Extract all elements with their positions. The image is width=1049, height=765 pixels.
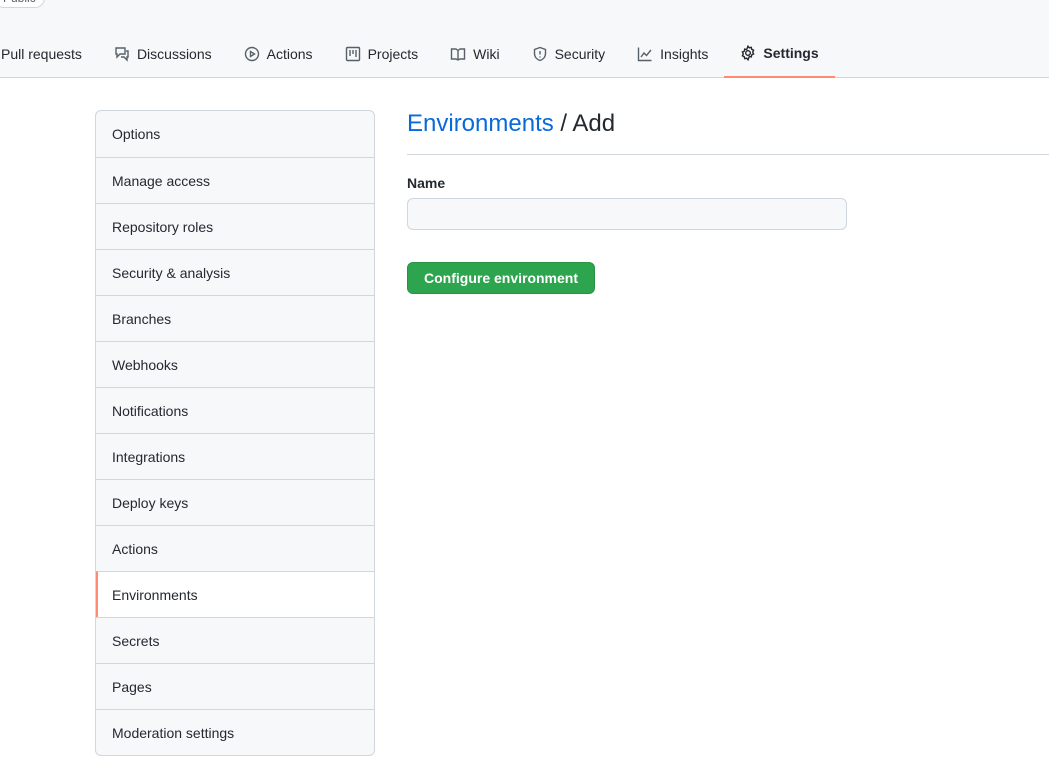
settings-sidebar: Options Manage access Repository roles S… xyxy=(95,110,375,756)
breadcrumb-environments-link[interactable]: Environments xyxy=(407,110,554,137)
book-icon xyxy=(450,47,466,61)
shield-icon xyxy=(533,46,546,61)
tab-label: Insights xyxy=(660,45,709,62)
name-label: Name xyxy=(407,175,446,191)
tab-discussions[interactable]: Discussions xyxy=(98,30,228,77)
breadcrumb-separator: / xyxy=(553,110,573,137)
sidebar-item-notifications[interactable]: Notifications xyxy=(96,387,374,433)
sidebar-item-deploy-keys[interactable]: Deploy keys xyxy=(96,479,374,525)
configure-environment-button[interactable]: Configure environment xyxy=(407,262,596,294)
main-content: Environments / Add Name Configure enviro… xyxy=(407,110,1049,294)
sidebar-item-pages[interactable]: Pages xyxy=(96,663,374,709)
project-icon xyxy=(345,46,360,61)
tab-settings[interactable]: Settings xyxy=(724,30,835,78)
sidebar-item-options[interactable]: Options xyxy=(96,111,374,157)
sidebar-item-security-analysis[interactable]: Security & analysis xyxy=(96,249,374,295)
page-title-text: Add xyxy=(572,110,616,137)
graph-icon xyxy=(637,47,652,61)
tab-label: Security xyxy=(554,45,606,62)
sidebar-item-branches[interactable]: Branches xyxy=(96,295,374,341)
tab-label: Wiki xyxy=(473,45,500,62)
tab-label: Projects xyxy=(367,45,419,62)
tab-label: Pull requests xyxy=(1,45,82,62)
tab-projects[interactable]: Projects xyxy=(329,30,435,77)
visibility-badge: Public xyxy=(0,0,45,8)
tab-actions[interactable]: Actions xyxy=(228,30,329,77)
gear-icon xyxy=(741,45,755,61)
sidebar-item-integrations[interactable]: Integrations xyxy=(96,433,374,479)
tab-wiki[interactable]: Wiki xyxy=(434,30,515,77)
sidebar-item-environments[interactable]: Environments xyxy=(96,571,374,617)
play-icon xyxy=(244,46,259,61)
page-title: Environments / Add xyxy=(407,110,1049,155)
tab-security[interactable]: Security xyxy=(516,30,622,77)
tab-label: Discussions xyxy=(136,45,212,62)
sidebar-item-repository-roles[interactable]: Repository roles xyxy=(96,203,374,249)
sidebar-item-actions[interactable]: Actions xyxy=(96,525,374,571)
sidebar-item-moderation-settings[interactable]: Moderation settings xyxy=(96,709,374,755)
discussions-icon xyxy=(115,46,129,62)
environment-name-input[interactable] xyxy=(407,198,847,230)
sidebar-item-manage-access[interactable]: Manage access xyxy=(96,157,374,203)
repo-tabs: Pull requests Discussions Actions Projec… xyxy=(0,30,835,78)
tab-label: Settings xyxy=(763,45,819,61)
sidebar-item-secrets[interactable]: Secrets xyxy=(96,617,374,663)
tab-insights[interactable]: Insights xyxy=(621,30,724,77)
sidebar-item-webhooks[interactable]: Webhooks xyxy=(96,341,374,387)
tab-label: Actions xyxy=(266,45,313,62)
tab-pull-requests[interactable]: Pull requests xyxy=(0,30,98,77)
repo-header: Public Pull requests Discussions Actions… xyxy=(0,0,1049,78)
